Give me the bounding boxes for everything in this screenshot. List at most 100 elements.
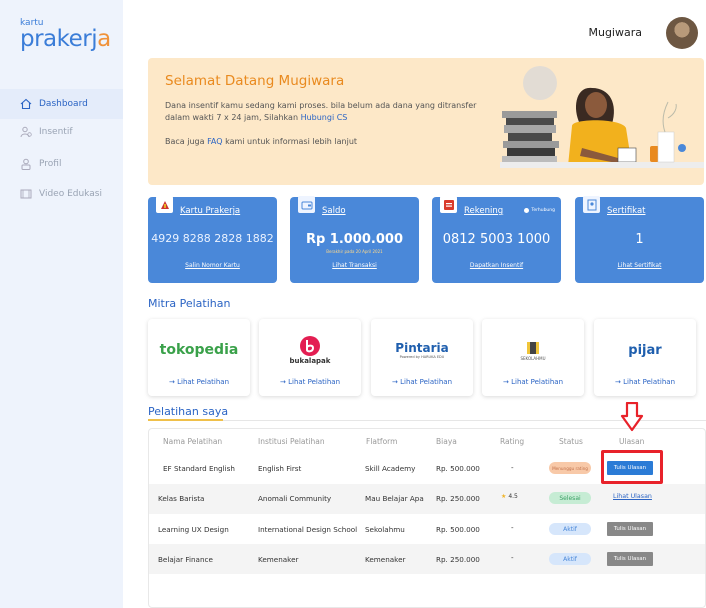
sekolahmu-logo: SEKOLAHMU (482, 333, 584, 367)
mitra-title: Mitra Pelatihan (148, 297, 231, 310)
card-title: Kartu Prakerja (180, 206, 241, 216)
status-badge: Aktif (549, 523, 591, 535)
lihat-transaksi-link[interactable]: Lihat Transaksi (290, 262, 419, 269)
column-header-status: Status (559, 437, 583, 446)
home-icon (20, 98, 32, 110)
banner-illustration (500, 66, 704, 168)
card-title: Saldo (322, 206, 346, 216)
sidebar-item-profil[interactable]: Profil (0, 149, 123, 179)
faq-link[interactable]: FAQ (207, 137, 223, 146)
tokopedia-logo: tokopedia (159, 342, 239, 358)
lihat-pelatihan-link[interactable]: → Lihat Pelatihan (482, 378, 584, 386)
arrow-down-icon (620, 402, 644, 432)
cell-nama: EF Standard English (163, 464, 235, 473)
sidebar: kartu prakerja Dashboard Insentif Profil… (0, 0, 123, 608)
dapatkan-insentif-link[interactable]: Dapatkan Insentif (432, 262, 561, 269)
lihat-pelatihan-link[interactable]: → Lihat Pelatihan (148, 378, 250, 386)
tulis-ulasan-button[interactable]: Tulis Ulasan (607, 552, 653, 566)
sidebar-item-label: Dashboard (39, 99, 88, 109)
cell-rating: ★ 4.5 (501, 493, 518, 500)
wallet-icon (298, 196, 315, 213)
star-icon: ★ (501, 493, 507, 500)
table-row: Belajar Finance Kemenaker Kemenaker Rp. … (149, 544, 705, 574)
sidebar-item-video-edukasi[interactable]: Video Edukasi (0, 179, 123, 209)
sidebar-item-label: Insentif (39, 127, 73, 137)
rekening-number: 0812 5003 1000 (442, 232, 551, 247)
card-kartu-prakerja: Kartu Prakerja 4929 8288 2828 1882 Salin… (148, 196, 277, 283)
cell-nama: Belajar Finance (158, 555, 213, 564)
terhubung-badge: Terhubung (524, 208, 555, 213)
cell-institusi: English First (258, 464, 302, 473)
certificate-icon (583, 196, 600, 213)
bukalapak-logo: bukalapak (259, 333, 361, 367)
pintaria-logo: Pintaria Powered by HARUKA EDU (395, 341, 449, 359)
sertifikat-count: 1 (635, 232, 644, 247)
bukalapak-icon (300, 336, 320, 356)
cell-institusi: Kemenaker (258, 555, 299, 564)
sidebar-item-label: Profil (39, 159, 62, 169)
cell-platform: Mau Belajar Apa (365, 494, 424, 503)
profile-icon (20, 158, 32, 170)
column-header-nama: Nama Pelatihan (163, 437, 223, 446)
username[interactable]: Mugiwara (588, 26, 642, 39)
sidebar-item-dashboard[interactable]: Dashboard (0, 89, 123, 119)
cell-nama: Learning UX Design (158, 525, 229, 534)
prakerja-logo[interactable]: kartu prakerja (20, 18, 111, 58)
tulis-ulasan-button[interactable]: Tulis Ulasan (607, 522, 653, 536)
cell-platform: Sekolahmu (365, 525, 405, 534)
lihat-sertifikat-link[interactable]: Lihat Sertifikat (575, 262, 704, 269)
column-header-biaya: Biaya (436, 437, 457, 446)
mitra-card-sekolahmu[interactable]: SEKOLAHMU → Lihat Pelatihan (482, 319, 584, 396)
status-badge: Selesai (549, 492, 591, 504)
salin-nomor-kartu-link[interactable]: Salin Nomor Kartu (148, 262, 277, 269)
banner-title: Selamat Datang Mugiwara (165, 73, 345, 89)
lihat-pelatihan-link[interactable]: → Lihat Pelatihan (594, 378, 696, 386)
cell-platform: Kemenaker (365, 555, 406, 564)
flag-icon (156, 196, 173, 213)
mitra-card-tokopedia[interactable]: tokopedia → Lihat Pelatihan (148, 319, 250, 396)
banner-faq-text: Baca juga FAQ kami untuk informasi lebih… (165, 137, 358, 146)
saldo-amount: Rp 1.000.000 (305, 232, 404, 247)
column-header-platform: Flatform (366, 437, 398, 446)
mitra-card-pijar[interactable]: pijar → Lihat Pelatihan (594, 319, 696, 396)
cell-rating: - (511, 523, 514, 532)
card-rekening: Rekening Terhubung 0812 5003 1000 Dapatk… (432, 196, 561, 283)
cell-nama: Kelas Barista (158, 494, 205, 503)
account-icon (440, 196, 457, 213)
lihat-pelatihan-link[interactable]: → Lihat Pelatihan (259, 378, 361, 386)
column-header-ulasan: Ulasan (619, 437, 645, 446)
column-header-institusi: Institusi Pelatihan (258, 437, 325, 446)
hubungi-cs-link[interactable]: Hubungi CS (301, 113, 348, 122)
user-coin-icon (20, 126, 32, 138)
mitra-card-pintaria[interactable]: Pintaria Powered by HARUKA EDU → Lihat P… (371, 319, 473, 396)
welcome-banner: Selamat Datang Mugiwara Dana insentif ka… (148, 58, 704, 185)
avatar[interactable] (666, 17, 698, 49)
sidebar-item-insentif[interactable]: Insentif (0, 117, 123, 147)
sekolahmu-icon (527, 341, 539, 354)
cell-rating: - (511, 553, 514, 562)
column-header-rating: Rating (500, 437, 525, 446)
mitra-card-bukalapak[interactable]: bukalapak → Lihat Pelatihan (259, 319, 361, 396)
lihat-ulasan-link[interactable]: Lihat Ulasan (613, 493, 652, 500)
cell-institusi: Anomali Community (258, 494, 332, 503)
cell-biaya: Rp. 500.000 (436, 464, 480, 473)
cell-institusi: International Design School (258, 525, 358, 534)
status-badge: Menunggu rating (549, 462, 591, 474)
banner-text: Dana insentif kamu sedang kami proses. b… (165, 101, 477, 122)
cell-biaya: Rp. 250.000 (436, 494, 480, 503)
card-sertifikat: Sertifikat 1 Lihat Sertifikat (575, 196, 704, 283)
cell-biaya: Rp. 250.000 (436, 555, 480, 564)
lihat-pelatihan-link[interactable]: → Lihat Pelatihan (371, 378, 473, 386)
card-title: Sertifikat (607, 206, 646, 216)
sidebar-item-label: Video Edukasi (39, 189, 102, 199)
section-underline (148, 419, 223, 421)
card-number: 4929 8288 2828 1882 (151, 232, 274, 245)
cell-platform: Skill Academy (365, 464, 416, 473)
check-icon (524, 208, 530, 213)
cell-rating: - (511, 463, 514, 472)
status-badge: Aktif (549, 553, 591, 565)
table-row: Kelas Barista Anomali Community Mau Bela… (149, 484, 705, 514)
highlight-box (601, 450, 663, 484)
video-icon (20, 188, 32, 200)
pelatihan-saya-title: Pelatihan saya (148, 405, 229, 418)
